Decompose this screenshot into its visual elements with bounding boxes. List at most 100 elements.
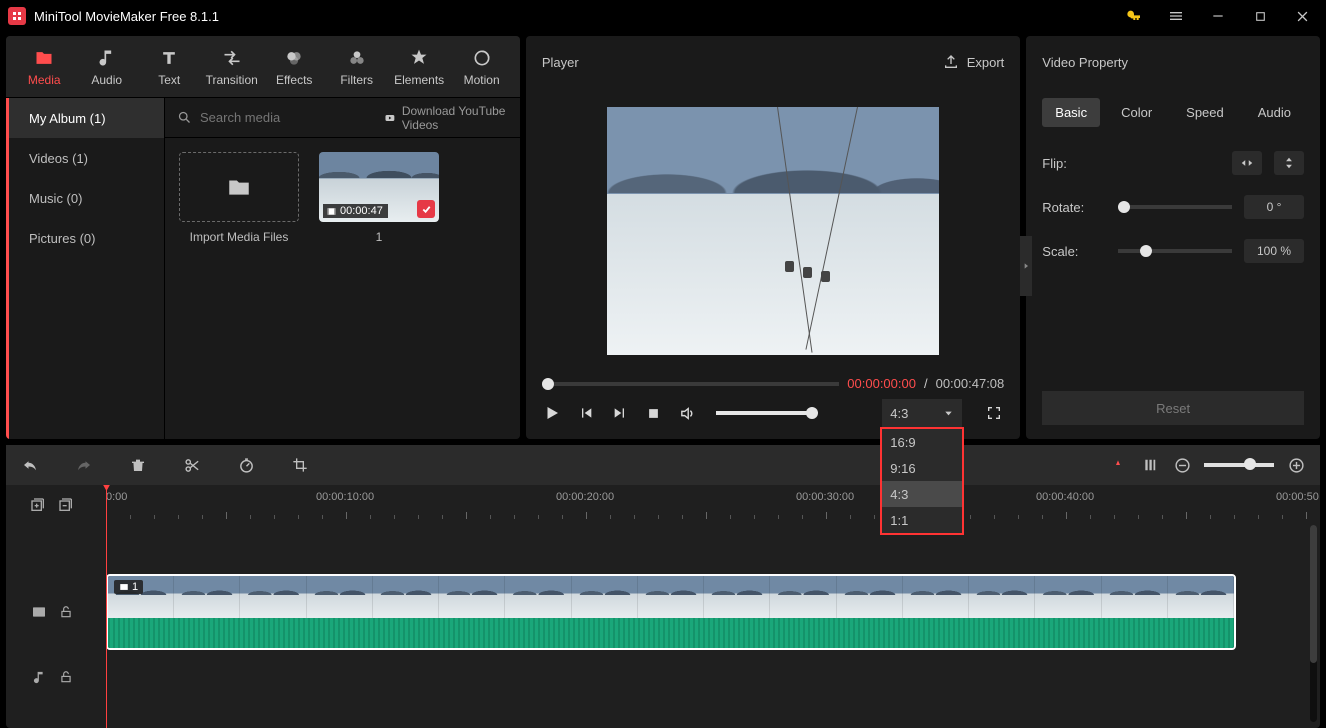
transition-icon	[221, 47, 243, 69]
minimize-button[interactable]	[1198, 0, 1238, 32]
aspect-ratio-menu: 16:9 9:16 4:3 1:1	[880, 427, 964, 535]
timeline-ruler[interactable]: 0:00 00:00:10:00 00:00:20:00 00:00:30:00…	[98, 485, 1320, 525]
export-button[interactable]: Export	[943, 54, 1005, 70]
clip-duration-badge: 00:00:47	[323, 204, 388, 218]
reset-button[interactable]: Reset	[1042, 391, 1304, 425]
volume-icon[interactable]	[678, 403, 698, 423]
menu-icon[interactable]	[1156, 0, 1196, 32]
media-sidebar: My Album (1) Videos (1) Music (0) Pictur…	[6, 98, 164, 439]
tab-text[interactable]: Text	[141, 47, 197, 87]
proptab-audio[interactable]: Audio	[1245, 98, 1304, 127]
clip-badge-label: 1	[132, 581, 138, 593]
property-title: Video Property	[1042, 55, 1128, 70]
collapse-panel-button[interactable]	[1020, 236, 1032, 296]
flip-label: Flip:	[1042, 156, 1106, 171]
stop-button[interactable]	[644, 403, 664, 423]
undo-button[interactable]	[20, 455, 40, 475]
tab-label: Media	[28, 73, 61, 87]
fit-timeline-button[interactable]	[1140, 455, 1160, 475]
redo-button[interactable]	[74, 455, 94, 475]
next-frame-button[interactable]	[610, 403, 630, 423]
tab-label: Motion	[464, 73, 500, 87]
scale-value[interactable]: 100 %	[1244, 239, 1304, 263]
filters-icon	[346, 47, 368, 69]
add-track-button[interactable]	[30, 497, 46, 513]
tab-filters[interactable]: Filters	[328, 47, 384, 87]
flip-vertical-button[interactable]	[1274, 151, 1304, 175]
playback-slider[interactable]	[542, 382, 839, 386]
media-icon	[33, 47, 55, 69]
aspect-option-1-1[interactable]: 1:1	[882, 507, 962, 533]
crop-button[interactable]	[290, 455, 310, 475]
sidebar-item-pictures[interactable]: Pictures (0)	[9, 218, 164, 258]
volume-slider[interactable]	[716, 411, 812, 415]
zoom-slider[interactable]	[1204, 463, 1274, 467]
close-button[interactable]	[1282, 0, 1322, 32]
proptab-speed[interactable]: Speed	[1173, 98, 1237, 127]
proptab-color[interactable]: Color	[1108, 98, 1165, 127]
remove-track-button[interactable]	[58, 497, 74, 513]
rotate-slider[interactable]	[1118, 205, 1232, 209]
aspect-option-9-16[interactable]: 9:16	[882, 455, 962, 481]
zoom-out-button[interactable]	[1172, 455, 1192, 475]
tab-label: Elements	[394, 73, 444, 87]
current-time: 00:00:00:00	[847, 376, 916, 391]
tab-effects[interactable]: Effects	[266, 47, 322, 87]
media-clip-1[interactable]: 00:00:47 1	[319, 152, 439, 244]
tab-label: Filters	[340, 73, 373, 87]
play-button[interactable]	[542, 403, 562, 423]
upgrade-icon[interactable]	[1114, 0, 1154, 32]
chevron-down-icon	[943, 408, 954, 419]
audio-lock-button[interactable]	[59, 670, 73, 684]
added-check-icon	[417, 200, 435, 218]
video-lock-button[interactable]	[59, 605, 73, 619]
media-panel: Media Audio Text Transition Effects Filt…	[6, 36, 520, 439]
motion-icon	[471, 47, 493, 69]
tab-transition[interactable]: Transition	[203, 47, 259, 87]
tab-label: Text	[158, 73, 180, 87]
maximize-button[interactable]	[1240, 0, 1280, 32]
player-viewport[interactable]	[526, 88, 1020, 370]
tab-motion[interactable]: Motion	[453, 47, 509, 87]
aspect-selected-label: 4:3	[890, 406, 908, 421]
search-input[interactable]	[200, 110, 376, 125]
app-title: MiniTool MovieMaker Free 8.1.1	[34, 9, 1114, 24]
time-sep: /	[924, 376, 928, 391]
video-track-icon	[31, 604, 47, 620]
tab-audio[interactable]: Audio	[78, 47, 134, 87]
rotate-value[interactable]: 0 °	[1244, 195, 1304, 219]
audio-track-icon	[32, 670, 47, 685]
import-media-button[interactable]: Import Media Files	[179, 152, 299, 244]
sidebar-item-myalbum[interactable]: My Album (1)	[9, 98, 164, 138]
rotate-label: Rotate:	[1042, 200, 1106, 215]
timeline-panel: 0:00 00:00:10:00 00:00:20:00 00:00:30:00…	[6, 445, 1320, 728]
text-icon	[158, 47, 180, 69]
playhead[interactable]	[106, 485, 107, 728]
delete-button[interactable]	[128, 455, 148, 475]
scale-label: Scale:	[1042, 244, 1106, 259]
aspect-option-16-9[interactable]: 16:9	[882, 429, 962, 455]
timeline-marker-button[interactable]	[1108, 455, 1128, 475]
split-button[interactable]	[182, 455, 202, 475]
timeline-clip-1[interactable]: 1	[106, 574, 1236, 650]
tool-tabs: Media Audio Text Transition Effects Filt…	[6, 36, 520, 98]
player-title: Player	[542, 55, 579, 70]
download-youtube-button[interactable]: Download YouTube Videos	[384, 104, 508, 132]
proptab-basic[interactable]: Basic	[1042, 98, 1100, 127]
zoom-in-button[interactable]	[1286, 455, 1306, 475]
fullscreen-button[interactable]	[984, 403, 1004, 423]
aspect-ratio-select[interactable]: 4:3 16:9 9:16 4:3 1:1	[882, 399, 962, 427]
tab-elements[interactable]: Elements	[391, 47, 447, 87]
player-panel: Player Export 00:00:00:00 / 00:00:47:08	[526, 36, 1020, 439]
tab-media[interactable]: Media	[16, 47, 72, 87]
scale-slider[interactable]	[1118, 249, 1232, 253]
sidebar-item-videos[interactable]: Videos (1)	[9, 138, 164, 178]
prev-frame-button[interactable]	[576, 403, 596, 423]
speed-button[interactable]	[236, 455, 256, 475]
aspect-option-4-3[interactable]: 4:3	[882, 481, 962, 507]
search-icon	[177, 110, 192, 125]
timeline-scrollbar[interactable]	[1310, 525, 1317, 722]
clip-index-label: 1	[376, 230, 383, 244]
sidebar-item-music[interactable]: Music (0)	[9, 178, 164, 218]
flip-horizontal-button[interactable]	[1232, 151, 1262, 175]
